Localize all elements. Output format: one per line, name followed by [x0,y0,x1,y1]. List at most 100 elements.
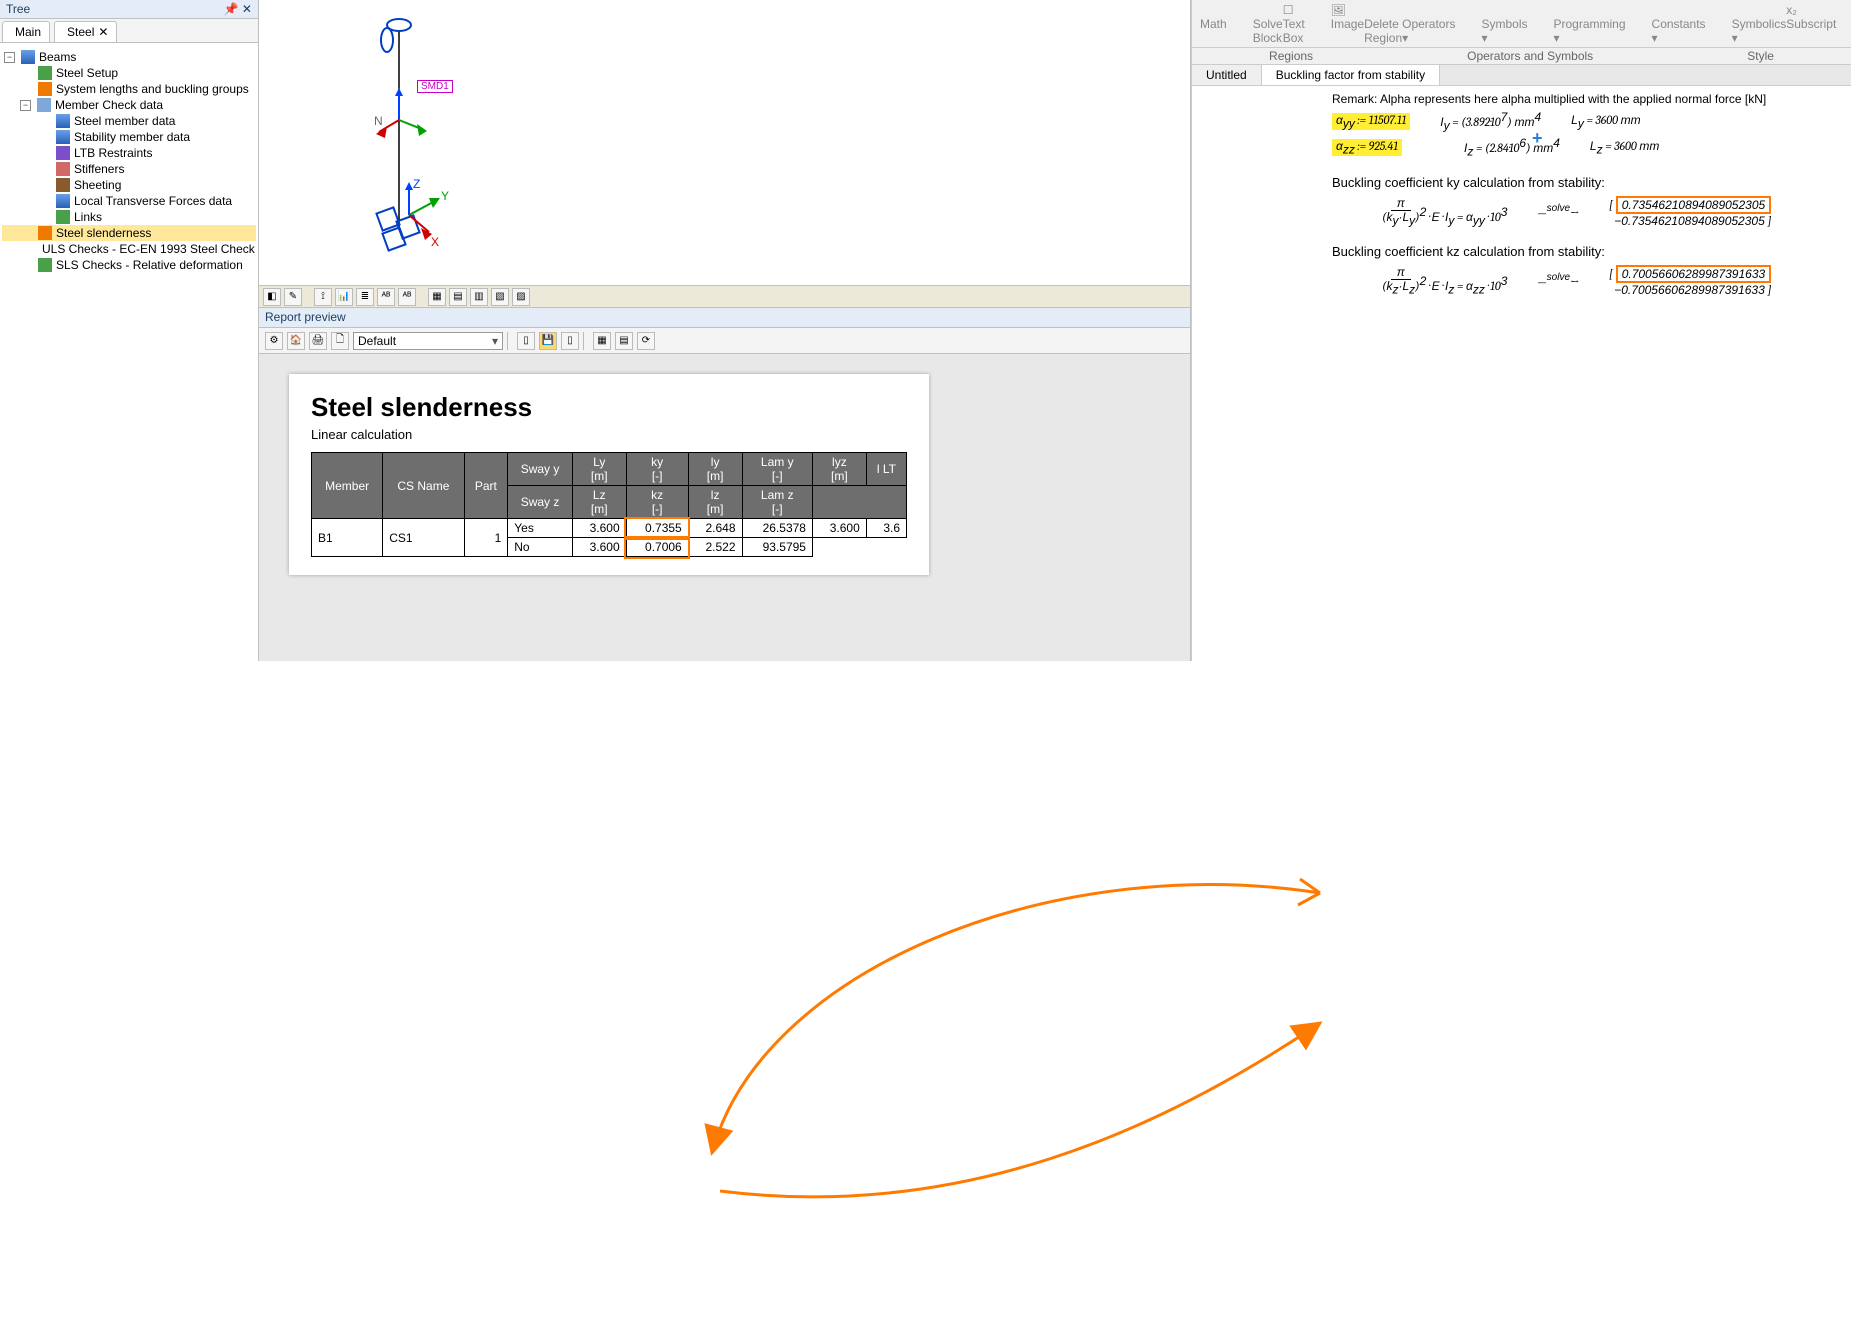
tool-12[interactable]: ▨ [512,288,530,306]
th-Lz: Lz[m] [572,486,626,519]
report-subtitle: Linear calculation [311,427,907,442]
rtool-4[interactable]: 🗋 [331,332,349,350]
tool-8[interactable]: ▦ [428,288,446,306]
node-ltb[interactable]: LTB Restraints [2,145,256,161]
th-ky: ky[-] [626,453,688,486]
rtool-2[interactable]: 🏠 [287,332,305,350]
ky-result: [ 0.73546210894089052305 −0.735462108940… [1609,196,1772,228]
svg-text:N: N [374,114,383,128]
rtool-9[interactable]: ▤ [615,332,633,350]
rb-solve[interactable]: SolveBlock [1253,17,1283,45]
node-beams[interactable]: −Beams [2,49,256,65]
report-area[interactable]: Steel slenderness Linear calculation Mem… [259,354,1190,661]
svg-text:X: X [431,235,439,249]
ribbon-caps: Regions Operators and Symbols Style [1192,48,1851,65]
cursor-icon: + [1532,128,1543,149]
rb-symbx[interactable]: Symbolics ▾ [1732,17,1787,45]
rb-syms[interactable]: Symbols ▾ [1481,17,1527,45]
tool-6[interactable]: ᴬᴮ [377,288,395,306]
solve-arrow: ―solve→ [1537,203,1579,220]
tree-body: −Beams Steel Setup System lengths and bu… [0,43,258,661]
tab-main-label: Main [15,25,41,39]
tool-5[interactable]: ≣ [356,288,374,306]
tab-untitled[interactable]: Untitled [1192,65,1262,85]
node-sheeting[interactable]: Sheeting [2,177,256,193]
rtool-7[interactable]: ▯ [561,332,579,350]
node-steelmember[interactable]: Steel member data [2,113,256,129]
ky-title: Buckling coefficient ky calculation from… [1332,175,1831,190]
tool-1[interactable]: ◧ [263,288,281,306]
th-lLT: l LT [866,453,906,486]
th-Lamz: Lam z[-] [742,486,812,519]
rtool-6[interactable]: 💾 [539,332,557,350]
th-member: Member [312,453,383,519]
th-swayy: Sway y [508,453,573,486]
rb-math[interactable]: Math [1200,17,1227,45]
Iy: Iy = (3.892·107) mm4 [1440,110,1541,132]
close-icon[interactable]: ✕ [98,25,108,39]
report-combo[interactable]: Default [353,332,503,350]
tab-steel-label: Steel [67,25,94,39]
node-stabilitymember[interactable]: Stability member data [2,129,256,145]
tab-buckling[interactable]: Buckling factor from stability [1262,65,1440,85]
cell-ky: 0.7355 [626,519,688,538]
th-part: Part [464,453,508,519]
tool-3[interactable]: ⟟ [314,288,332,306]
tool-10[interactable]: ▥ [470,288,488,306]
rb-consts[interactable]: Constants ▾ [1652,17,1706,45]
alpha-zz: αzz := 925.41 [1332,139,1402,156]
th-cs: CS Name [383,453,464,519]
node-stiffeners[interactable]: Stiffeners [2,161,256,177]
model-viewport[interactable]: N Z Y X SMD1 [259,0,1190,286]
report-bar: Report preview [259,308,1190,328]
rtool-10[interactable]: ⟳ [637,332,655,350]
slenderness-table: Member CS Name Part Sway y Ly[m] ky[-] l… [311,452,907,557]
mathcad-body[interactable]: Remark: Alpha represents here alpha mult… [1192,86,1851,661]
tab-main[interactable]: Main [2,21,50,42]
tool-9[interactable]: ▤ [449,288,467,306]
th-Lamy: Lam y[-] [742,453,812,486]
member-tag[interactable]: SMD1 [417,80,453,93]
tree-pin-icon[interactable]: 📌 ✕ [224,2,252,16]
node-setup[interactable]: Steel Setup [2,65,256,81]
node-buckling[interactable]: System lengths and buckling groups [2,81,256,97]
kz-result: [ 0.70056606289987391633 −0.700566062899… [1609,265,1772,297]
tab-steel[interactable]: Steel ✕ [54,21,117,42]
node-localtransverse[interactable]: Local Transverse Forces data [2,193,256,209]
tree-tabs: Main Steel ✕ [0,19,258,43]
Ly: Ly = 3600 mm [1571,113,1640,130]
Lz: Lz = 3600 mm [1590,139,1659,156]
node-slenderness[interactable]: Steel slenderness [2,225,256,241]
node-links[interactable]: Links [2,209,256,225]
eq-kz: (πkz·Lz)2 · E · Iz = αzz · 103 [1382,265,1507,296]
view-toolbar: ◧ ✎ ⟟ 📊 ≣ ᴬᴮ ᴬᴮ ▦ ▤ ▥ ▧ ▨ [259,286,1190,308]
rb-prog[interactable]: Programming ▾ [1554,17,1626,45]
rb-textbox[interactable]: ☐ Text Box [1283,3,1305,45]
th-lz2: lz[m] [688,486,742,519]
rb-ops[interactable]: Operators ▾ [1402,17,1455,45]
mathcad-tabs: Untitled Buckling factor from stability [1192,65,1851,86]
node-sls[interactable]: SLS Checks - Relative deformation [2,257,256,273]
cell-kz: 0.7006 [626,538,688,557]
rtool-3[interactable]: 🖨 [309,332,327,350]
node-uls[interactable]: ULS Checks - EC-EN 1993 Steel Check ULS [2,241,256,257]
tool-2[interactable]: ✎ [284,288,302,306]
th-ly2: ly[m] [688,453,742,486]
tree-panel: Tree 📌 ✕ Main Steel ✕ −Beams Steel Setup… [0,0,259,661]
rtool-1[interactable]: ⚙ [265,332,283,350]
rtool-8[interactable]: ▦ [593,332,611,350]
eq-ky: (πky·Ly)2 · E · Iy = αyy · 103 [1382,196,1507,227]
annotation-arrows [0,661,1851,1322]
tool-11[interactable]: ▧ [491,288,509,306]
report-title: Steel slenderness [311,392,907,423]
tool-7[interactable]: ᴬᴮ [398,288,416,306]
node-membercheck[interactable]: −Member Check data [2,97,256,113]
kz-title: Buckling coefficient kz calculation from… [1332,244,1831,259]
rb-sub[interactable]: x₂ Subscript [1786,3,1836,45]
rtool-5[interactable]: ▯ [517,332,535,350]
rb-image[interactable]: 🖼 Image [1331,3,1364,45]
svg-text:Z: Z [413,177,420,191]
rb-delete[interactable]: DeleteRegion [1364,17,1402,45]
tool-4[interactable]: 📊 [335,288,353,306]
report-page: Steel slenderness Linear calculation Mem… [289,374,929,575]
